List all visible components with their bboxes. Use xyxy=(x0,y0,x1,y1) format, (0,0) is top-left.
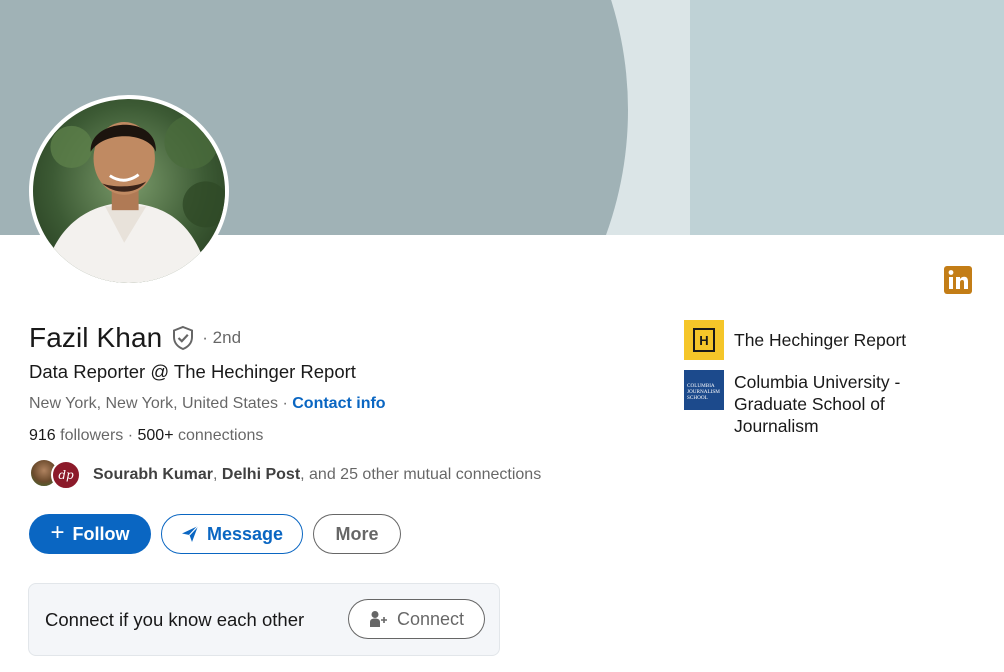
linkedin-logo-icon xyxy=(944,266,972,294)
person-add-icon xyxy=(369,611,387,627)
name-row: Fazil Khan · 2nd xyxy=(29,322,241,354)
mutual-name-2: Delhi Post xyxy=(221,466,301,483)
banner-right-panel xyxy=(690,0,1004,235)
paper-plane-icon xyxy=(181,525,199,542)
connections-label[interactable]: connections xyxy=(174,427,263,444)
hechinger-report-logo: H xyxy=(684,320,724,360)
mutual-connections-text: Sourabh Kumar, Delhi Post, and 25 other … xyxy=(93,466,541,484)
plus-icon: + xyxy=(50,519,65,546)
counts-separator: · xyxy=(123,427,138,444)
location-separator: · xyxy=(278,395,293,412)
mutual-sep-1: , xyxy=(213,466,222,483)
mutual-connections[interactable]: dp Sourabh Kumar, Delhi Post, and 25 oth… xyxy=(29,458,541,492)
follow-label: Follow xyxy=(72,523,130,544)
columbia-journalism-logo: COLUMBIA JOURNALISM SCHOOL xyxy=(684,370,724,410)
connect-suggestion-card: Connect if you know each other Connect xyxy=(28,583,500,656)
mutual-avatars: dp xyxy=(29,458,81,492)
connect-label: Connect xyxy=(396,608,465,629)
message-button[interactable]: Message xyxy=(161,514,303,554)
profile-headline: Data Reporter @ The Hechinger Report xyxy=(29,361,356,382)
followers-count: 916 xyxy=(29,427,56,444)
hechinger-logo-letter: H xyxy=(693,328,715,352)
company-name: The Hechinger Report xyxy=(734,330,907,350)
connect-card-text: Connect if you know each other xyxy=(45,609,305,630)
connect-button[interactable]: Connect xyxy=(348,599,485,639)
contact-info-link[interactable]: Contact info xyxy=(292,395,385,412)
profile-actions: + Follow Message More xyxy=(29,514,401,554)
profile-location: New York, New York, United States xyxy=(29,395,279,412)
more-button[interactable]: More xyxy=(313,514,401,554)
profile-photo-illustration xyxy=(42,115,225,283)
profile-photo[interactable] xyxy=(29,95,229,287)
network-counts: 916 followers · 500+ connections xyxy=(29,427,263,445)
current-company[interactable]: H The Hechinger Report xyxy=(684,320,984,360)
education-school[interactable]: COLUMBIA JOURNALISM SCHOOL Columbia Univ… xyxy=(684,370,984,437)
mutual-avatar-delhi-post: dp xyxy=(51,460,81,490)
follow-button[interactable]: + Follow xyxy=(29,514,151,554)
school-name: Columbia University - Graduate School of… xyxy=(734,372,901,436)
message-label: Message xyxy=(206,523,284,544)
connection-degree: · 2nd xyxy=(202,328,242,347)
connections-count[interactable]: 500+ xyxy=(138,427,174,444)
mutual-name-1: Sourabh Kumar xyxy=(93,466,214,483)
profile-highlights: H The Hechinger Report COLUMBIA JOURNALI… xyxy=(684,320,984,447)
more-label: More xyxy=(335,523,379,544)
mutual-rest: , and 25 other mutual connections xyxy=(300,466,542,483)
shield-check-icon[interactable] xyxy=(170,325,196,351)
followers-label: followers xyxy=(55,427,124,444)
profile-name: Fazil Khan xyxy=(29,322,163,353)
location-row: New York, New York, United States · Cont… xyxy=(29,395,386,413)
